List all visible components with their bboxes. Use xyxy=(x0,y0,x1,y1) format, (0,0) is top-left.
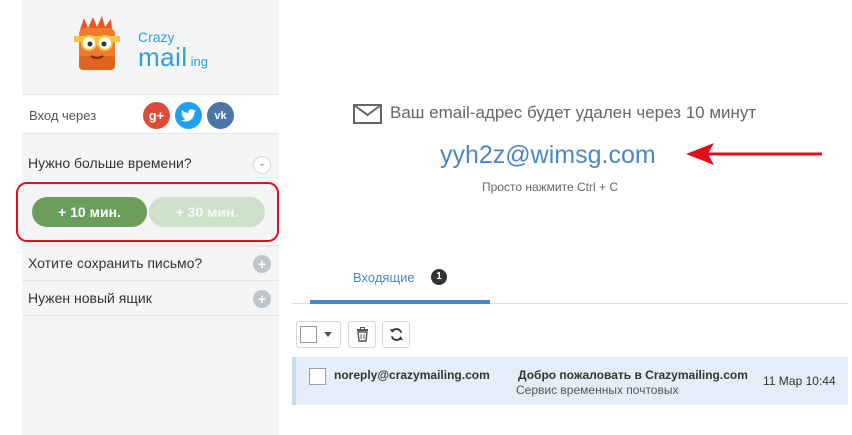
refresh-button[interactable] xyxy=(382,321,410,348)
envelope-icon xyxy=(353,104,382,124)
temp-email-address[interactable]: yyh2z@wimsg.com xyxy=(440,141,656,170)
message-date: 11 Мар 10:44 xyxy=(763,374,836,388)
expand-plus-icon[interactable]: + xyxy=(253,290,271,308)
crazy-mascot-logo xyxy=(74,16,120,70)
trash-icon xyxy=(357,327,368,342)
message-row[interactable]: noreply@crazymailing.com Добро пожаловат… xyxy=(292,357,848,405)
logo-wordmark: Crazy mail ing xyxy=(138,30,208,71)
tab-inbox[interactable]: Входящие 1 xyxy=(310,260,490,304)
new-mailbox-label: Нужен новый ящик xyxy=(28,290,152,306)
tab-inbox-label: Входящие xyxy=(353,270,415,285)
unread-count-badge: 1 xyxy=(431,269,447,285)
expand-plus-icon[interactable]: + xyxy=(253,255,271,273)
add-10-min-button[interactable]: + 10 мин. xyxy=(32,197,147,227)
add-30-min-button[interactable]: + 30 мин. xyxy=(149,197,265,227)
social-login-row: Вход через g+ vk xyxy=(22,94,279,134)
login-label: Вход через xyxy=(29,108,97,123)
sidebar: Crazy mail ing Вход через g+ vk Нужно бол… xyxy=(16,0,279,435)
page: Crazy mail ing Вход через g+ vk Нужно бол… xyxy=(0,0,852,435)
twitter-bird-icon xyxy=(181,109,196,122)
logo-ing-text: ing xyxy=(190,54,209,69)
more-time-label: Нужно больше времени? xyxy=(28,155,192,171)
save-letter-label: Хотите сохранить письмо? xyxy=(28,255,203,271)
delete-button[interactable] xyxy=(348,321,376,348)
collapse-minus-icon[interactable]: - xyxy=(253,156,271,174)
message-subject: Добро пожаловать в Crazymailing.com xyxy=(518,368,748,382)
more-time-section: Нужно больше времени? - xyxy=(22,142,279,180)
logo-mail-text: mail xyxy=(138,42,188,72)
caret-down-icon xyxy=(324,332,332,337)
expiry-notice-text: Ваш email-адрес будет удален через 10 ми… xyxy=(390,103,757,122)
message-sender: noreply@crazymailing.com xyxy=(334,368,490,382)
logo[interactable]: Crazy mail ing xyxy=(22,0,279,93)
mail-tabs: Входящие 1 xyxy=(292,260,848,304)
extend-time-box: + 10 мин. + 30 мин. xyxy=(16,182,279,242)
red-arrow-icon xyxy=(686,143,822,165)
refresh-icon xyxy=(389,328,404,341)
message-snippet: Сервис временных почтовых xyxy=(516,383,679,397)
new-mailbox-row[interactable]: Нужен новый ящик + xyxy=(22,280,279,316)
message-checkbox[interactable] xyxy=(309,368,326,385)
twitter-icon[interactable] xyxy=(175,102,202,129)
google-plus-icon[interactable]: g+ xyxy=(143,102,170,129)
select-all-checkbox[interactable] xyxy=(300,326,317,343)
save-letter-row[interactable]: Хотите сохранить письмо? + xyxy=(22,245,279,281)
copy-hint: Просто нажмите Ctrl + C xyxy=(482,180,618,194)
vk-icon[interactable]: vk xyxy=(207,102,234,129)
select-all-dropdown[interactable] xyxy=(296,321,341,348)
